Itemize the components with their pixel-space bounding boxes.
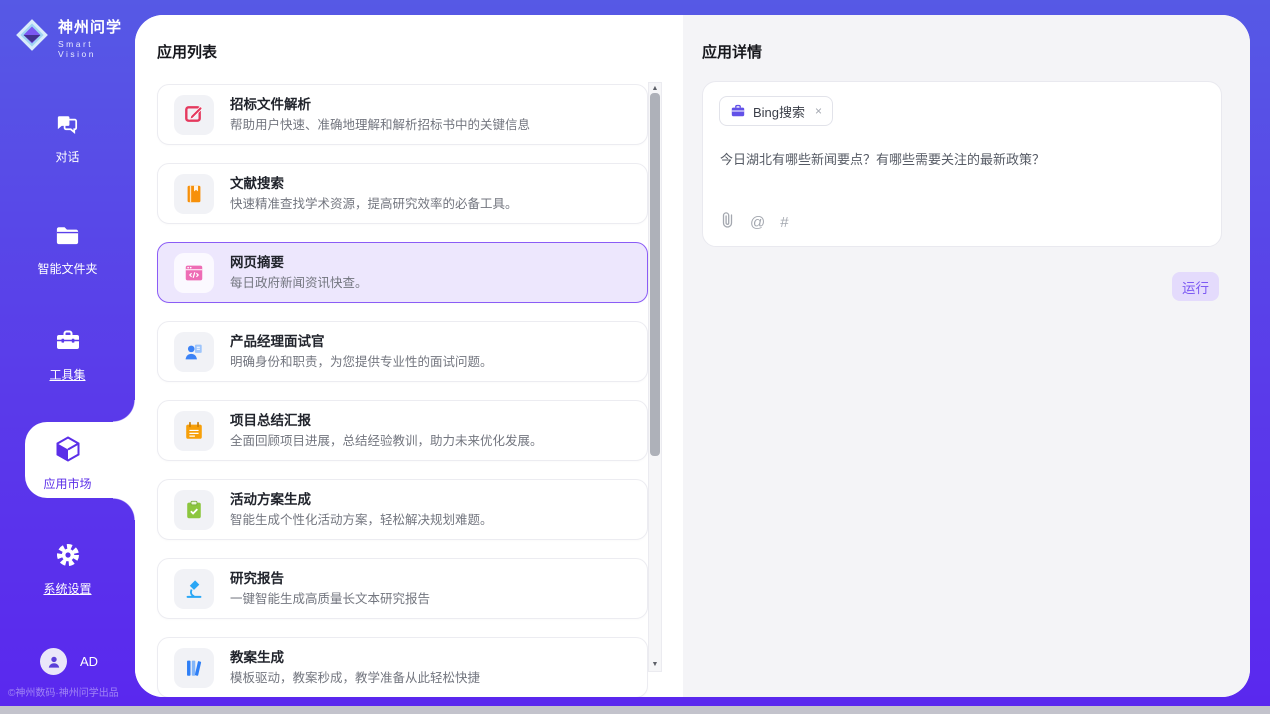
scrollbar-down-arrow-icon[interactable]: ▼ — [649, 659, 661, 671]
user-account[interactable]: AD — [40, 648, 98, 675]
app-list-scrollbar[interactable]: ▲ ▼ — [648, 82, 662, 672]
calendar-icon — [174, 411, 214, 451]
interviewer-icon — [174, 332, 214, 372]
clipboard-check-icon — [174, 490, 214, 530]
books-icon — [174, 648, 214, 688]
active-item-fillet-top — [113, 400, 135, 422]
toolbox-icon — [54, 327, 82, 360]
scrollbar-thumb[interactable] — [650, 93, 660, 456]
app-card-desc: 明确身份和职责，为您提供专业性的面试问题。 — [230, 354, 493, 371]
tool-tag-bing-search[interactable]: Bing搜索 × — [719, 96, 833, 126]
app-card-lesson-plan[interactable]: 教案生成 模板驱动，教案秒成，教学准备从此轻松快捷 — [157, 637, 648, 697]
active-item-fillet-bottom — [113, 498, 135, 520]
browser-code-icon — [174, 253, 214, 293]
sidebar-item-label: 系统设置 — [0, 580, 135, 597]
app-list: 招标文件解析 帮助用户快速、准确地理解和解析招标书中的关键信息 文献搜索 — [157, 84, 648, 697]
sidebar-item-smart-folder[interactable]: 智能文件夹 — [0, 222, 135, 277]
app-card-title: 教案生成 — [230, 649, 480, 667]
main-content: 应用列表 招标文件解析 帮助用户快速、准确地理解和解析招标书中的关键信息 — [135, 15, 1250, 697]
chat-icon — [54, 110, 81, 142]
person-icon — [46, 654, 62, 670]
query-input[interactable]: 今日湖北有哪些新闻要点？有哪些需要关注的最新政策？ — [720, 150, 1200, 169]
paperclip-icon[interactable] — [720, 211, 735, 233]
app-card-title: 文献搜索 — [230, 175, 518, 193]
app-card-desc: 每日政府新闻资讯快查。 — [230, 275, 368, 292]
app-card-desc: 全面回顾项目进展，总结经验教训，助力未来优化发展。 — [230, 433, 543, 450]
diamond-logo-icon — [14, 17, 50, 58]
tool-tag-close-icon[interactable]: × — [815, 104, 822, 118]
brand-logo: 神州问学 Smart Vision — [14, 16, 135, 59]
avatar — [40, 648, 67, 675]
cube-icon — [53, 434, 83, 469]
sidebar-footer: ©神州数码·神州问学出品 — [8, 684, 138, 699]
app-card-project-summary[interactable]: 项目总结汇报 全面回顾项目进展，总结经验教训，助力未来优化发展。 — [157, 400, 648, 461]
user-name: AD — [80, 654, 98, 669]
app-card-research-report[interactable]: 研究报告 一键智能生成高质量长文本研究报告 — [157, 558, 648, 619]
sidebar-item-chat[interactable]: 对话 — [0, 110, 135, 165]
app-card-desc: 一键智能生成高质量长文本研究报告 — [230, 591, 430, 608]
brand-subtitle: Smart Vision — [58, 39, 135, 59]
app-card-title: 产品经理面试官 — [230, 333, 493, 351]
app-card-desc: 智能生成个性化活动方案，轻松解决规划难题。 — [230, 512, 493, 529]
edit-document-icon — [174, 95, 214, 135]
app-list-panel: 应用列表 招标文件解析 帮助用户快速、准确地理解和解析招标书中的关键信息 — [135, 15, 683, 697]
app-card-pm-interviewer[interactable]: 产品经理面试官 明确身份和职责，为您提供专业性的面试问题。 — [157, 321, 648, 382]
app-detail-panel: 应用详情 Bing搜索 × 今日湖北有哪些新闻要点？有哪些需要关注的最新政策？ — [683, 15, 1250, 697]
briefcase-icon — [730, 103, 746, 119]
sidebar-item-label: 智能文件夹 — [0, 260, 135, 277]
app-card-title: 研究报告 — [230, 570, 430, 588]
app-card-title: 项目总结汇报 — [230, 412, 543, 430]
app-card-bid-document-parse[interactable]: 招标文件解析 帮助用户快速、准确地理解和解析招标书中的关键信息 — [157, 84, 648, 145]
app-card-title: 活动方案生成 — [230, 491, 493, 509]
app-card-title: 招标文件解析 — [230, 96, 530, 114]
sidebar: 神州问学 Smart Vision 对话 智能文件夹 — [0, 0, 135, 706]
run-button[interactable]: 运行 — [1172, 272, 1219, 301]
app-card-desc: 帮助用户快速、准确地理解和解析招标书中的关键信息 — [230, 117, 530, 134]
query-input-card: Bing搜索 × 今日湖北有哪些新闻要点？有哪些需要关注的最新政策？ @ # — [702, 81, 1222, 247]
book-icon — [174, 174, 214, 214]
gear-icon — [54, 541, 82, 574]
app-card-desc: 快速精准查找学术资源，提高研究效率的必备工具。 — [230, 196, 518, 213]
app-card-event-plan[interactable]: 活动方案生成 智能生成个性化活动方案，轻松解决规划难题。 — [157, 479, 648, 540]
folder-icon — [54, 222, 81, 254]
brand-name: 神州问学 — [58, 19, 122, 36]
sidebar-item-settings[interactable]: 系统设置 — [0, 541, 135, 597]
app-card-title: 网页摘要 — [230, 254, 368, 272]
sidebar-item-label: 应用市场 — [0, 475, 135, 492]
window-bottom-edge — [0, 706, 1270, 714]
app-list-title: 应用列表 — [157, 41, 217, 62]
tool-tag-label: Bing搜索 — [753, 102, 805, 121]
sidebar-item-label: 对话 — [0, 148, 135, 165]
attachment-toolbar: @ # — [720, 211, 789, 233]
app-window: 神州问学 Smart Vision 对话 智能文件夹 — [0, 0, 1270, 714]
microscope-icon — [174, 569, 214, 609]
sidebar-item-app-market[interactable]: 应用市场 — [0, 434, 135, 492]
app-card-desc: 模板驱动，教案秒成，教学准备从此轻松快捷 — [230, 670, 480, 687]
hash-icon[interactable]: # — [780, 214, 788, 231]
app-card-literature-search[interactable]: 文献搜索 快速精准查找学术资源，提高研究效率的必备工具。 — [157, 163, 648, 224]
sidebar-item-toolset[interactable]: 工具集 — [0, 327, 135, 383]
mention-icon[interactable]: @ — [750, 214, 765, 231]
app-detail-title: 应用详情 — [702, 41, 762, 62]
app-card-web-summary[interactable]: 网页摘要 每日政府新闻资讯快查。 — [157, 242, 648, 303]
sidebar-item-label: 工具集 — [0, 366, 135, 383]
